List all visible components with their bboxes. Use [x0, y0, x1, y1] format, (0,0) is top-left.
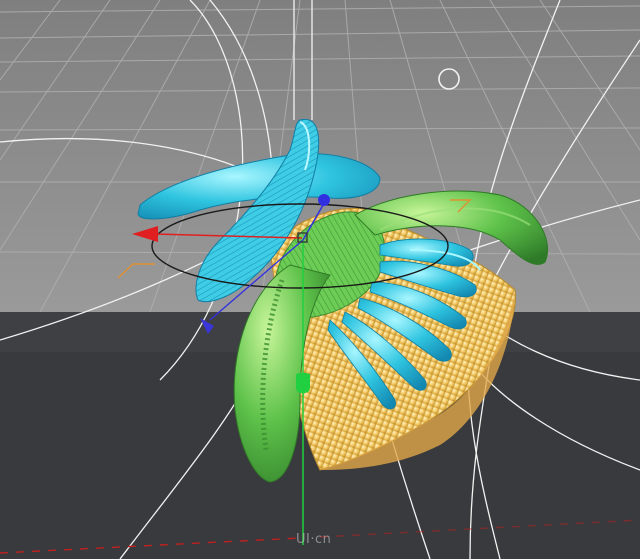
watermark-text: UI·cn [296, 532, 332, 547]
y-axis-handle[interactable] [296, 372, 310, 394]
viewport-canvas[interactable] [0, 0, 640, 559]
3d-viewport[interactable]: UI·cn [0, 0, 640, 559]
z-axis-handle[interactable] [318, 194, 330, 206]
